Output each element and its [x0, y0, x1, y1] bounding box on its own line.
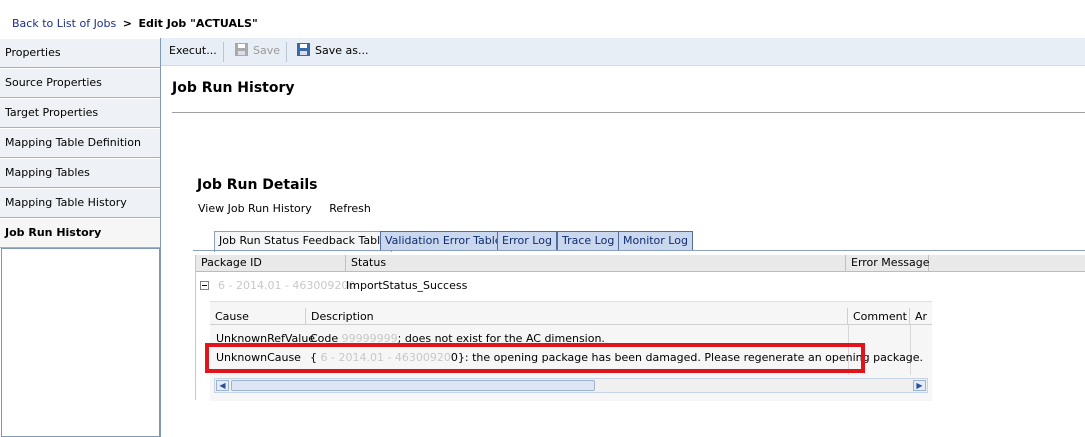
sidebar-item-properties[interactable]: Properties — [0, 38, 160, 68]
subcolumn-header-comment[interactable]: Comment — [848, 308, 910, 325]
details-links: View Job Run History Refresh — [198, 202, 385, 215]
tab-baseline — [193, 250, 1085, 251]
sidebar-item-source-properties[interactable]: Source Properties — [0, 68, 160, 98]
page-title: Job Run History — [172, 80, 295, 96]
back-to-jobs-link[interactable]: Back to List of Jobs — [12, 17, 116, 30]
subgrid-cause-cell: UnknownRefValue — [216, 332, 316, 345]
subcolumn-header-description[interactable]: Description — [306, 308, 848, 325]
subcolumn-header-cause[interactable]: Cause — [210, 308, 306, 325]
column-header-status[interactable]: Status — [346, 255, 846, 272]
subgrid-description-cell: { 6 - 2014.01 - 463009200}: the opening … — [310, 348, 923, 368]
save-as-label: Save as... — [315, 44, 369, 57]
description-prefix: { — [310, 351, 317, 364]
breadcrumb: Back to List of Jobs > Edit Job "ACTUALS… — [12, 17, 258, 33]
description-text: ; does not exist for the AC dimension. — [397, 332, 605, 345]
toolbar: Execut... Save Save as... — [161, 38, 1085, 66]
title-divider — [172, 112, 1085, 113]
toolbar-separator — [223, 42, 224, 62]
execute-label: Execut... — [169, 44, 217, 57]
sidebar-item-mapping-table-definition[interactable]: Mapping Table Definition — [0, 128, 160, 158]
tab-monitor-log[interactable]: Monitor Log — [618, 231, 693, 251]
scroll-right-arrow-icon[interactable]: ▶ — [913, 380, 926, 391]
subgrid-description-cell: Code 99999999; does not exist for the AC… — [310, 329, 605, 349]
sidebar: Properties Source Properties Target Prop… — [0, 38, 161, 437]
description-obscured-code: 99999999 — [341, 332, 398, 345]
status-cell: ImportStatus_Success — [346, 279, 468, 292]
save-button[interactable]: Save — [235, 38, 280, 66]
tab-error-log[interactable]: Error Log — [497, 231, 557, 251]
breadcrumb-current: Edit Job "ACTUALS" — [138, 17, 258, 30]
sidebar-item-mapping-tables[interactable]: Mapping Tables — [0, 158, 160, 188]
job-run-details-title: Job Run Details — [197, 177, 318, 193]
package-id-cell: 6 - 2014.01 - 463009200 — [218, 279, 356, 292]
subcolumn-header-ar[interactable]: Ar — [910, 308, 932, 325]
tab-job-run-status-feedback-table[interactable]: Job Run Status Feedback Table — [214, 231, 392, 252]
sidebar-item-target-properties[interactable]: Target Properties — [0, 98, 160, 128]
sidebar-item-mapping-table-history[interactable]: Mapping Table History — [0, 188, 160, 218]
execute-button[interactable]: Execut... — [169, 38, 217, 66]
sidebar-empty-panel — [1, 248, 160, 437]
horizontal-scrollbar[interactable]: ◀ ▶ — [214, 378, 928, 393]
column-header-filler — [929, 255, 1085, 272]
save-disk-icon — [235, 43, 248, 56]
tab-validation-error-table[interactable]: Validation Error Table — [380, 231, 507, 251]
scroll-left-arrow-icon[interactable]: ◀ — [216, 380, 229, 391]
description-obscured-package: 6 - 2014.01 - 46300920 — [320, 351, 451, 364]
save-label: Save — [253, 44, 281, 57]
description-text: 0}: the opening package has been damaged… — [450, 351, 924, 364]
view-job-run-history-link[interactable]: View Job Run History — [198, 202, 312, 215]
tab-trace-log[interactable]: Trace Log — [557, 231, 620, 251]
save-as-disk-icon — [297, 43, 310, 56]
feedback-grid: Package ID Status Error Message 6 - 2014… — [195, 255, 1085, 401]
toolbar-separator — [286, 42, 287, 62]
collapse-row-icon[interactable] — [200, 281, 209, 290]
scrollbar-thumb[interactable] — [231, 380, 595, 391]
column-header-error-message[interactable]: Error Message — [846, 255, 930, 272]
refresh-link[interactable]: Refresh — [329, 202, 371, 215]
sidebar-item-job-run-history[interactable]: Job Run History — [0, 218, 160, 248]
subgrid-cause-cell: UnknownCause — [216, 351, 301, 364]
description-prefix: Code — [310, 332, 339, 345]
breadcrumb-separator: > — [122, 17, 132, 30]
column-header-package-id[interactable]: Package ID — [196, 255, 346, 272]
save-as-button[interactable]: Save as... — [297, 38, 368, 66]
